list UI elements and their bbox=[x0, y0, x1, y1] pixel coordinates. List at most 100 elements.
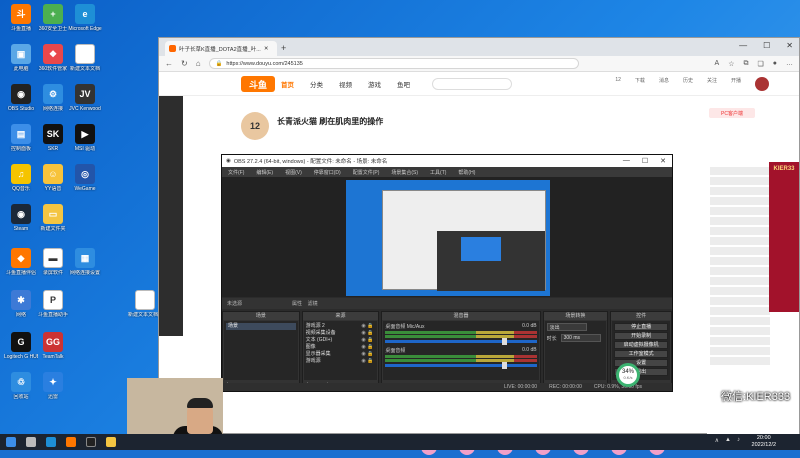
desktop-icon[interactable]: ✦ 迅雷 bbox=[36, 372, 70, 400]
desktop-icon[interactable]: 新建文本文档(2) bbox=[128, 290, 162, 318]
transition-select[interactable]: 淡出 bbox=[546, 323, 587, 331]
volume-icon[interactable]: ♪ bbox=[737, 437, 740, 444]
menu-item[interactable]: 文件(F) bbox=[228, 169, 244, 176]
desktop-icon[interactable]: ☺ YY语音 bbox=[36, 164, 70, 192]
desktop-icon[interactable]: JV JVC Kenwood bbox=[68, 84, 102, 112]
refresh-icon[interactable]: ↻ bbox=[181, 59, 188, 68]
split-icon[interactable]: ⧉ bbox=[743, 60, 748, 68]
clock[interactable]: 20:00 2022/12/2 bbox=[752, 435, 776, 449]
chevron-up-icon[interactable]: ∧ bbox=[715, 437, 719, 444]
network-icon[interactable]: ▲ bbox=[725, 437, 731, 444]
header-item[interactable]: 12 bbox=[615, 77, 621, 91]
close-icon[interactable]: ✕ bbox=[660, 157, 666, 165]
maximize-icon[interactable]: ☐ bbox=[642, 157, 648, 165]
desktop-icon[interactable]: ❖ 360软件管家 bbox=[36, 44, 70, 72]
desktop-icon[interactable]: ▭ 新建文件夹 bbox=[36, 204, 70, 232]
browser-tab[interactable]: 叶子长草K直播_DOTA2直播_叶... ✕ bbox=[165, 41, 277, 56]
nav-item[interactable]: 分类 bbox=[310, 79, 323, 89]
obs-preview[interactable] bbox=[222, 177, 672, 297]
desktop-icon[interactable]: e Microsoft Edge bbox=[68, 4, 102, 32]
menu-item[interactable]: 视图(V) bbox=[285, 169, 302, 176]
minimize-icon[interactable]: — bbox=[623, 157, 630, 165]
source-item[interactable]: 文本 (GDI+) ◉ 🔒 bbox=[306, 337, 376, 344]
maximize-icon[interactable]: ☐ bbox=[763, 41, 770, 50]
scene-item[interactable]: 场景 bbox=[226, 323, 296, 330]
desktop-icon[interactable]: ▬ 录屏软件 bbox=[36, 248, 70, 276]
menu-item[interactable]: 帮助(H) bbox=[458, 169, 475, 176]
control-button[interactable]: 工作室模式 bbox=[614, 350, 668, 358]
douyu-logo[interactable]: 斗鱼 bbox=[241, 76, 275, 92]
desktop-icon[interactable]: P 斗鱼直播助手 bbox=[36, 290, 70, 318]
desktop-icon[interactable]: 新建文本文档 bbox=[68, 44, 102, 72]
nav-item[interactable]: 游戏 bbox=[368, 79, 381, 89]
visibility-lock-icon[interactable]: ◉ 🔒 bbox=[361, 330, 373, 337]
obs-taskbar-icon[interactable] bbox=[86, 437, 96, 447]
duration-input[interactable]: 300 ms bbox=[560, 334, 601, 342]
visibility-lock-icon[interactable]: ◉ 🔒 bbox=[361, 358, 373, 365]
minimize-icon[interactable]: — bbox=[739, 41, 747, 50]
nav-item[interactable]: 首页 bbox=[281, 79, 294, 89]
search-icon[interactable] bbox=[26, 437, 36, 447]
filters-button[interactable]: 滤镜 bbox=[308, 301, 318, 307]
home-icon[interactable]: ⌂ bbox=[196, 59, 201, 68]
douyu-search-input[interactable] bbox=[432, 77, 512, 90]
source-item[interactable]: 游戏源 2 ◉ 🔒 bbox=[306, 323, 376, 330]
visibility-lock-icon[interactable]: ◉ 🔒 bbox=[361, 323, 373, 330]
desktop-icon[interactable]: GG TeamTalk bbox=[36, 332, 70, 360]
source-item[interactable]: 视频采集设备 ◉ 🔒 bbox=[306, 330, 376, 337]
reader-icon[interactable]: A bbox=[715, 60, 720, 68]
nav-item[interactable]: 鱼吧 bbox=[397, 79, 410, 89]
profile-icon[interactable]: ● bbox=[773, 60, 777, 68]
volume-slider[interactable] bbox=[385, 362, 537, 369]
header-item[interactable]: 历史 bbox=[683, 77, 693, 91]
visibility-lock-icon[interactable]: ◉ 🔒 bbox=[361, 337, 373, 344]
desktop-icon[interactable]: ◆ 斗鱼直播伴侣 bbox=[4, 248, 38, 276]
favorite-icon[interactable]: ☆ bbox=[728, 60, 734, 68]
menu-item[interactable]: 工具(T) bbox=[430, 169, 446, 176]
promo-banner[interactable]: KIER33 bbox=[769, 162, 799, 312]
visibility-lock-icon[interactable]: ◉ 🔒 bbox=[361, 344, 373, 351]
menu-item[interactable]: 配置文件(P) bbox=[353, 169, 380, 176]
desktop-icon[interactable]: ♲ 回收站 bbox=[4, 372, 38, 400]
edge-icon[interactable] bbox=[46, 437, 56, 447]
header-item[interactable]: 关注 bbox=[707, 77, 717, 91]
user-avatar[interactable] bbox=[755, 76, 769, 91]
header-item[interactable]: 开播 bbox=[731, 77, 741, 91]
collections-icon[interactable]: ❏ bbox=[757, 60, 763, 68]
douyu-taskbar-icon[interactable] bbox=[66, 437, 76, 447]
slider-handle[interactable] bbox=[501, 362, 507, 369]
menu-item[interactable]: 停靠窗口(D) bbox=[314, 169, 341, 176]
desktop-icon[interactable]: ▣ 此电脑 bbox=[4, 44, 38, 72]
pc-client-button[interactable]: PC客户端 bbox=[709, 108, 755, 118]
start-icon[interactable] bbox=[6, 437, 16, 447]
source-item[interactable]: 游戏源 ◉ 🔒 bbox=[306, 358, 376, 365]
back-icon[interactable]: ← bbox=[165, 59, 173, 68]
anchor-avatar[interactable]: 12 bbox=[241, 112, 269, 140]
desktop-icon[interactable]: ◉ Steam bbox=[4, 204, 38, 232]
desktop-icon[interactable]: ▦ 网络连接设置 bbox=[68, 248, 102, 276]
slider-handle[interactable] bbox=[501, 338, 507, 345]
visibility-lock-icon[interactable]: ◉ 🔒 bbox=[361, 351, 373, 358]
url-input[interactable]: 🔒 https://www.douyu.com/245135 bbox=[208, 58, 579, 69]
more-icon[interactable]: … bbox=[786, 60, 793, 68]
desktop-icon[interactable]: ▶ MSI 驱动 bbox=[68, 124, 102, 152]
control-button[interactable]: 启动虚拟摄像机 bbox=[614, 341, 668, 349]
control-button[interactable]: 开始录制 bbox=[614, 332, 668, 340]
source-item[interactable]: 显示器采集 ◉ 🔒 bbox=[306, 351, 376, 358]
close-window-icon[interactable]: ✕ bbox=[786, 41, 793, 50]
source-item[interactable]: 图像 ◉ 🔒 bbox=[306, 344, 376, 351]
control-button[interactable]: 停止直播 bbox=[614, 323, 668, 331]
desktop-icon[interactable]: ▤ 控制面板 bbox=[4, 124, 38, 152]
menu-item[interactable]: 编辑(E) bbox=[256, 169, 273, 176]
cpu-widget[interactable]: 34% 0.K/s bbox=[616, 363, 640, 387]
desktop-icon[interactable]: SK SKR bbox=[36, 124, 70, 152]
explorer-icon[interactable] bbox=[106, 437, 116, 447]
properties-button[interactable]: 属性 bbox=[292, 301, 302, 307]
desktop-icon[interactable]: ◎ WeGame bbox=[68, 164, 102, 192]
menu-item[interactable]: 场景集合(S) bbox=[391, 169, 418, 176]
volume-slider[interactable] bbox=[385, 338, 537, 345]
nav-item[interactable]: 视频 bbox=[339, 79, 352, 89]
header-item[interactable]: 下载 bbox=[635, 77, 645, 91]
desktop-icon[interactable]: 斗斗鱼直播 bbox=[4, 4, 38, 32]
header-item[interactable]: 消息 bbox=[659, 77, 669, 91]
